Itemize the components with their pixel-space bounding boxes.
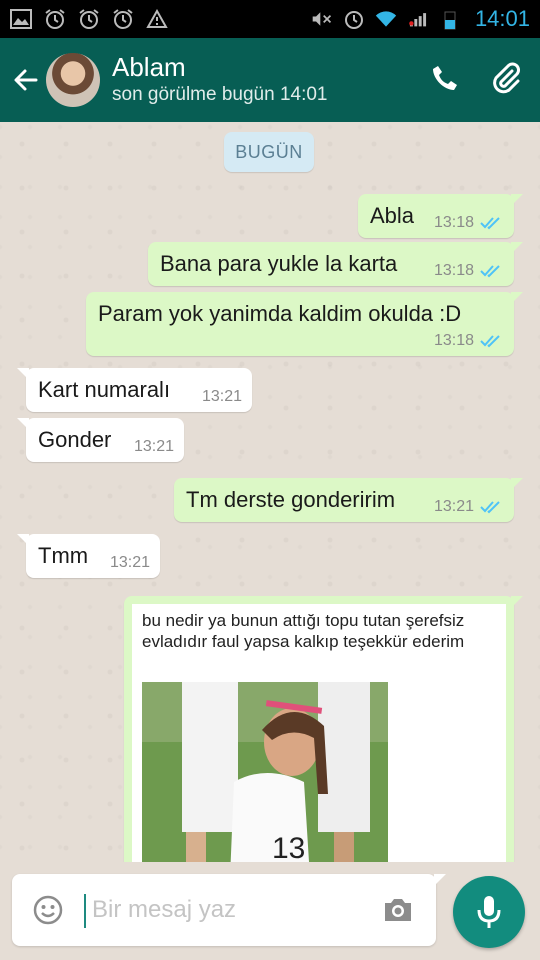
message-outgoing[interactable]: Param yok yanimda kaldim okulda :D 13:18	[86, 292, 523, 356]
message-time: 13:21	[133, 438, 174, 455]
chat-header: Ablam son görülme bugün 14:01	[0, 38, 540, 122]
message-text: Bana para yukle la karta	[160, 251, 398, 276]
alarm-icon	[44, 8, 66, 30]
status-time: 14:01	[474, 6, 530, 31]
wifi-icon	[375, 8, 397, 30]
camera-icon[interactable]	[382, 896, 414, 924]
image-message[interactable]: bu nedir ya bunun attığı topu tutan şere…	[124, 596, 523, 862]
read-ticks-icon	[480, 265, 500, 278]
message-time: 13:21	[201, 388, 242, 405]
message-input[interactable]	[88, 888, 368, 932]
message-time: 13:18	[433, 332, 474, 349]
mic-icon	[477, 896, 501, 928]
mic-button[interactable]	[453, 876, 525, 948]
message-incoming[interactable]: Gonder 13:21	[17, 418, 184, 462]
jersey-number: 13	[272, 832, 305, 862]
contact-name: Ablam	[112, 52, 186, 82]
read-ticks-icon	[480, 335, 500, 348]
emoji-icon[interactable]	[32, 894, 64, 926]
message-time: 13:18	[433, 262, 474, 279]
photo: 13	[142, 682, 388, 862]
message-time: 13:21	[109, 554, 150, 571]
text-cursor	[84, 894, 86, 928]
back-arrow-icon[interactable]	[6, 60, 46, 100]
read-ticks-icon	[480, 501, 500, 514]
message-time: 13:21	[433, 498, 474, 515]
message-composer	[12, 874, 446, 946]
chat-area[interactable]: BUGÜN Abla 13:18 Bana para yukle la kart…	[0, 122, 540, 862]
message-incoming[interactable]: Tmm 13:21	[17, 534, 160, 578]
status-bar: 14:01	[0, 0, 540, 38]
phone-icon[interactable]	[430, 63, 460, 98]
shared-image[interactable]: bu nedir ya bunun attığı topu tutan şere…	[132, 604, 506, 862]
date-divider: BUGÜN	[224, 132, 314, 172]
contact-info[interactable]: Ablam son görülme bugün 14:01	[112, 52, 328, 108]
message-outgoing[interactable]: Abla 13:18	[358, 194, 523, 238]
message-text: Param yok yanimda kaldim okulda :D	[98, 301, 462, 326]
signal-icon	[407, 8, 429, 30]
message-text: Kart numaralı	[38, 377, 171, 402]
message-text: Gonder	[38, 427, 112, 452]
attach-icon[interactable]	[490, 61, 524, 100]
mute-icon	[311, 8, 333, 30]
message-text: Tm derste gonderirim	[186, 487, 396, 512]
message-outgoing[interactable]: Tm derste gonderirim 13:21	[174, 478, 523, 522]
last-seen: son görülme bugün 14:01	[112, 84, 328, 105]
message-outgoing[interactable]: Bana para yukle la karta 13:18	[148, 242, 523, 286]
alarm-icon	[343, 8, 365, 30]
message-text: Tmm	[38, 543, 89, 568]
battery-icon	[439, 8, 461, 30]
gallery-icon	[10, 8, 32, 30]
image-caption: bu nedir ya bunun attığı topu tutan şere…	[142, 611, 465, 651]
alarm-icon	[112, 8, 134, 30]
read-ticks-icon	[480, 217, 500, 230]
message-time: 13:18	[433, 214, 474, 231]
alarm-icon	[78, 8, 100, 30]
message-incoming[interactable]: Kart numaralı 13:21	[17, 368, 252, 412]
warning-icon	[146, 8, 168, 30]
avatar[interactable]	[46, 53, 100, 107]
message-text: Abla	[370, 203, 415, 228]
